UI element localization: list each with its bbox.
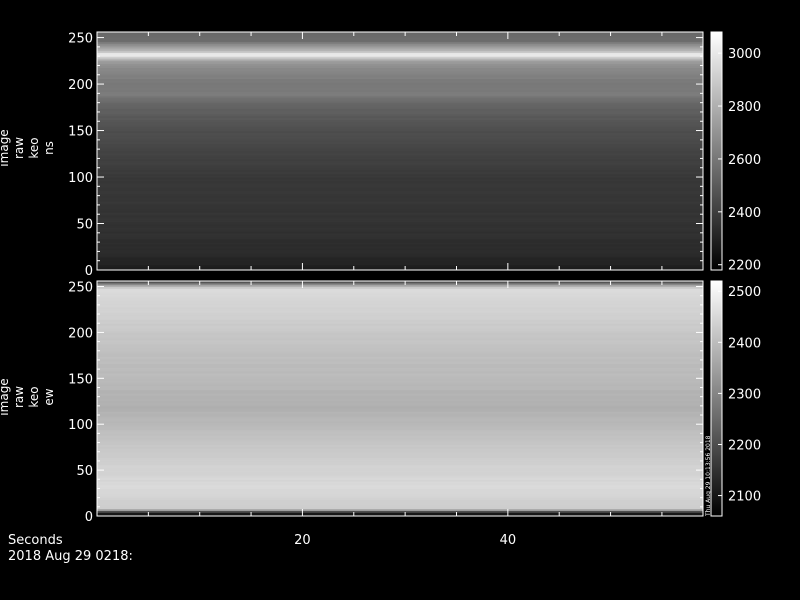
y-tick-label: 0 [85,264,93,279]
panel-ns-ylabel-line-2: raw [12,137,26,159]
y-tick-label: 150 [68,372,93,387]
colorbar-tick-label: 2300 [728,387,761,402]
panel-ns-ylabel-line-1: image [0,129,11,166]
colorbar-tick-label: 2400 [728,206,761,221]
y-tick-label: 50 [76,464,93,479]
y-tick-label: 250 [68,32,93,47]
x-tick-label: 20 [294,533,311,548]
y-tick-label: 100 [68,171,93,186]
colorbar-tick-label: 2500 [728,285,761,300]
colorbar-tick-label: 2100 [728,490,761,505]
colorbar-tick-label: 2400 [728,336,761,351]
y-tick-label: 250 [68,281,93,296]
keogram-panel-ew: image raw keo ew 0 50 100 150 200 250 20 40 210… [0,280,761,548]
colorbar-tick-label: 2600 [728,153,761,168]
keogram-figure: image raw keo ns 050100150200250 2200240… [0,0,800,600]
panel-ew-heatmap [97,281,703,517]
y-tick-label: 100 [68,418,93,433]
panel-ew-ylabel-line-1: image [0,378,11,415]
colorbar-tick-label: 2200 [728,438,761,453]
date-label: 2018 Aug 29 0218: [8,549,133,564]
panel-ew-ylabel-line-3: keo [27,386,41,407]
y-tick-label: 0 [85,510,93,525]
y-tick-label: 200 [68,326,93,341]
x-tick-label: 40 [500,533,517,548]
keogram-panel-ns: image raw keo ns 0 50 100 150 200 250 2200 240… [0,31,761,279]
y-tick-label: 50 [76,218,93,233]
y-tick-label: 200 [68,78,93,93]
y-tick-label: 150 [68,125,93,140]
x-axis-label: Seconds [8,533,63,548]
colorbar-gradient [711,281,722,516]
panel-ns-ylabel-line-3: keo [27,137,41,158]
colorbar-tick-label: 2800 [728,100,761,115]
colorbar-tick-label: 2200 [728,259,761,274]
panel-ns-ylabel-line-4: ns [42,141,56,155]
colorbar-gradient [711,32,722,270]
timestamp-stamp: Thu Aug 29 10:13:56 2018 [705,435,712,517]
colorbar-tick-label: 3000 [728,47,761,62]
panel-ew-ylabel-line-4: ew [42,388,56,405]
panel-ns-heatmap [97,32,703,271]
panel-ew-ylabel-line-2: raw [12,386,26,408]
